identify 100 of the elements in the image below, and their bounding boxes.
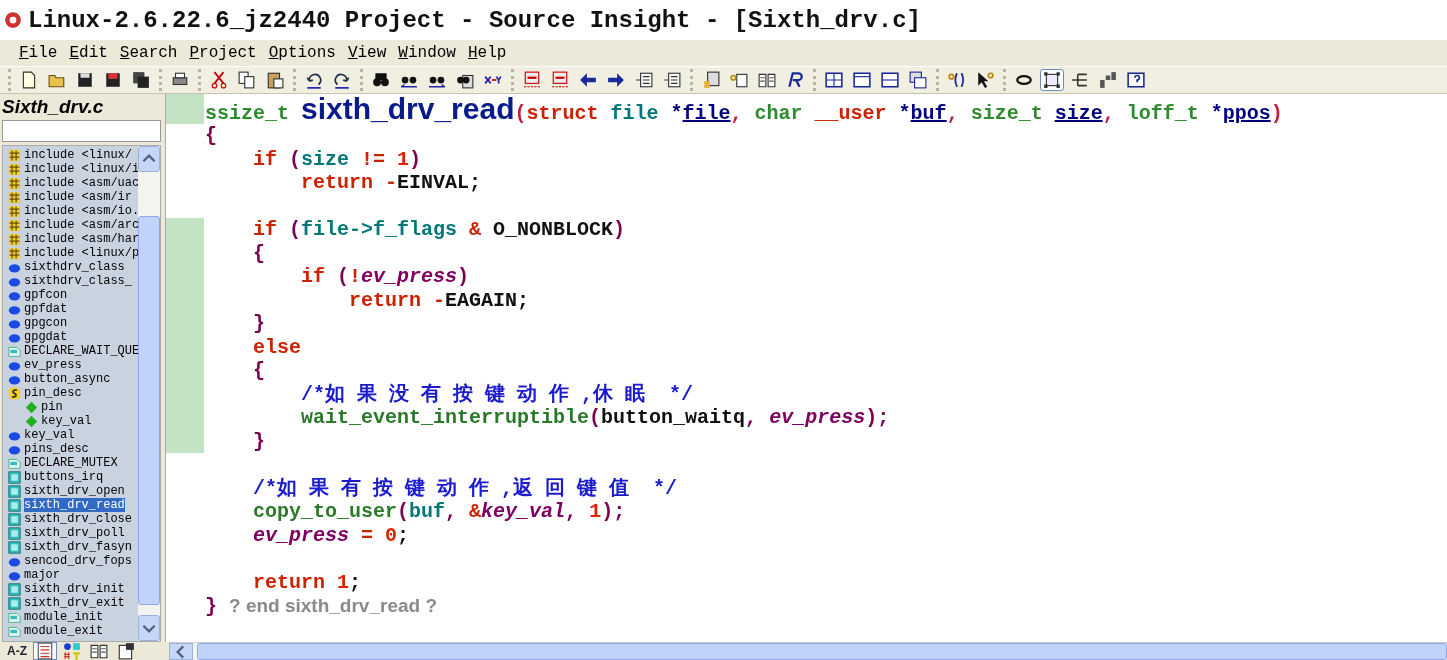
- window-title: Linux-2.6.22.6_jz2440 Project - Source Insight - [Sixth_drv.c]: [28, 6, 921, 34]
- book-icon: [758, 71, 776, 89]
- code-line: if (size != 1): [252, 147, 422, 171]
- symbol-item[interactable]: include <linux/i: [24, 162, 138, 176]
- code-line: /*如 果 有 按 键 动 作 ,返 回 键 值 */: [252, 476, 678, 500]
- menu-item[interactable]: Search: [114, 44, 183, 62]
- symbol-item[interactable]: sixthdrv_class_: [24, 274, 133, 288]
- symbol-item[interactable]: key_val: [41, 414, 92, 428]
- vertical-scrollbar[interactable]: [138, 146, 160, 641]
- symbol-item[interactable]: gpfcon: [24, 288, 68, 302]
- clipboard-icon: [266, 71, 284, 89]
- window-button[interactable]: [850, 69, 874, 91]
- code-line: } ? end sixth_drv_read ?: [204, 594, 438, 618]
- grid-icon: [825, 71, 843, 89]
- symbol-item[interactable]: key_val: [24, 428, 75, 442]
- page-icon: [8, 624, 21, 638]
- code-line: }: [252, 312, 265, 336]
- categories-icon: [63, 642, 81, 660]
- hash-icon: [8, 218, 21, 232]
- undo-arrow-icon: [305, 71, 323, 89]
- page-icon: [8, 610, 21, 624]
- list-button[interactable]: [33, 642, 57, 660]
- book-button[interactable]: [87, 642, 111, 660]
- symbol-item[interactable]: include <linux/p: [24, 246, 138, 260]
- symbol-item[interactable]: module_exit: [24, 624, 104, 638]
- list-icon: [36, 642, 54, 660]
- symbol-item[interactable]: buttons_irq: [24, 470, 104, 484]
- frame-icon: [1043, 71, 1061, 89]
- sort-button[interactable]: A-Z: [4, 642, 30, 660]
- window-button[interactable]: [878, 69, 902, 91]
- grid-button[interactable]: [822, 69, 846, 91]
- symbol-item[interactable]: include <asm/ir: [24, 190, 133, 204]
- symbol-item[interactable]: gpgdat: [24, 330, 68, 344]
- symbol-item[interactable]: DECLARE_WAIT_QUE: [24, 344, 138, 358]
- symbol-item[interactable]: sixth_drv_exit: [24, 596, 125, 610]
- help-button[interactable]: [1124, 69, 1148, 91]
- code-line: wait_event_interruptible(button_waitq, ev_press);: [300, 406, 890, 430]
- hash-icon: [8, 148, 21, 162]
- symbol-item[interactable]: include <asm/arc: [24, 218, 138, 232]
- tree-icon: [1071, 71, 1089, 89]
- symbol-item[interactable]: sixthdrv_class: [24, 260, 125, 274]
- symbol-item[interactable]: include <linux/: [24, 148, 133, 162]
- symbol-item[interactable]: sixth_drv_fasyn: [24, 540, 133, 554]
- code-line: if (file->f_flags & O_NONBLOCK): [252, 218, 626, 242]
- symbol-item[interactable]: DECLARE_MUTEX: [24, 456, 118, 470]
- code-line: }: [252, 429, 265, 453]
- code-line: copy_to_user(buf, &key_val, 1);: [252, 500, 626, 524]
- app-icon: [4, 11, 22, 29]
- page-icon: [8, 344, 21, 358]
- symbol-item[interactable]: pins_desc: [24, 442, 89, 456]
- symbol-item[interactable]: pin: [41, 400, 63, 414]
- pointer-icon: [976, 71, 994, 89]
- symbol-item[interactable]: major: [24, 568, 60, 582]
- menu-item[interactable]: Project: [184, 44, 262, 62]
- hash-icon: [8, 204, 21, 218]
- clipboard-icon: [117, 642, 135, 660]
- hash-icon: [8, 190, 21, 204]
- code-line: /*如 果 没 有 按 键 动 作 ,休 眠 */: [300, 382, 694, 406]
- search-field[interactable]: [2, 120, 161, 142]
- hash-icon: [8, 162, 21, 176]
- symbol-item[interactable]: sixth_drv_read: [24, 498, 125, 512]
- window-icon: [853, 71, 871, 89]
- menu-item[interactable]: Help: [462, 44, 512, 62]
- square-icon: [8, 484, 21, 498]
- windows-button[interactable]: [906, 69, 930, 91]
- menu-item[interactable]: File: [14, 44, 63, 62]
- menu-item[interactable]: Edit: [64, 44, 113, 62]
- menu-item[interactable]: Options: [263, 44, 341, 62]
- horizontal-scrollbar[interactable]: [169, 642, 1447, 660]
- symbol-item[interactable]: sixth_drv_poll: [24, 526, 125, 540]
- page-icon: [8, 456, 21, 470]
- left-arrow-icon: [579, 71, 597, 89]
- diamond-icon: [25, 414, 38, 428]
- code-line: ssize_t sixth_drv_read(struct file *file, char __user *buf, size_t size, loff_t *ppos): [204, 94, 1283, 124]
- frame-button[interactable]: [1040, 69, 1064, 91]
- symbol-item[interactable]: sencod_drv_fops: [24, 554, 133, 568]
- menu-item[interactable]: View: [342, 44, 392, 62]
- symbol-item[interactable]: gpgcon: [24, 316, 68, 330]
- code-line: {: [204, 124, 217, 148]
- symbol-item[interactable]: ev_press: [24, 358, 82, 372]
- symbol-item[interactable]: gpfdat: [24, 302, 68, 316]
- symbol-item[interactable]: include <asm/har: [24, 232, 138, 246]
- window-icon: [881, 71, 899, 89]
- menu-item[interactable]: Window: [393, 44, 461, 62]
- parentheses-icon: [948, 71, 966, 89]
- symbol-item[interactable]: sixth_drv_close: [24, 512, 133, 526]
- binoculars-icon: [372, 71, 390, 89]
- symbol-item[interactable]: button_async: [24, 372, 111, 386]
- symbol-item[interactable]: module_init: [24, 610, 104, 624]
- hash-icon: [8, 176, 21, 190]
- indent-icon: [663, 71, 681, 89]
- page-icon: [20, 71, 38, 89]
- square-icon: [8, 582, 21, 596]
- symbol-item[interactable]: sixth_drv_open: [24, 484, 125, 498]
- square-icon: [8, 512, 21, 526]
- symbol-item[interactable]: include <asm/uac: [24, 176, 138, 190]
- symbol-item[interactable]: sixth_drv_init: [24, 582, 125, 596]
- book-icon: [90, 642, 108, 660]
- symbol-item[interactable]: include <asm/io.: [24, 204, 138, 218]
- symbol-item[interactable]: pin_desc: [24, 386, 82, 400]
